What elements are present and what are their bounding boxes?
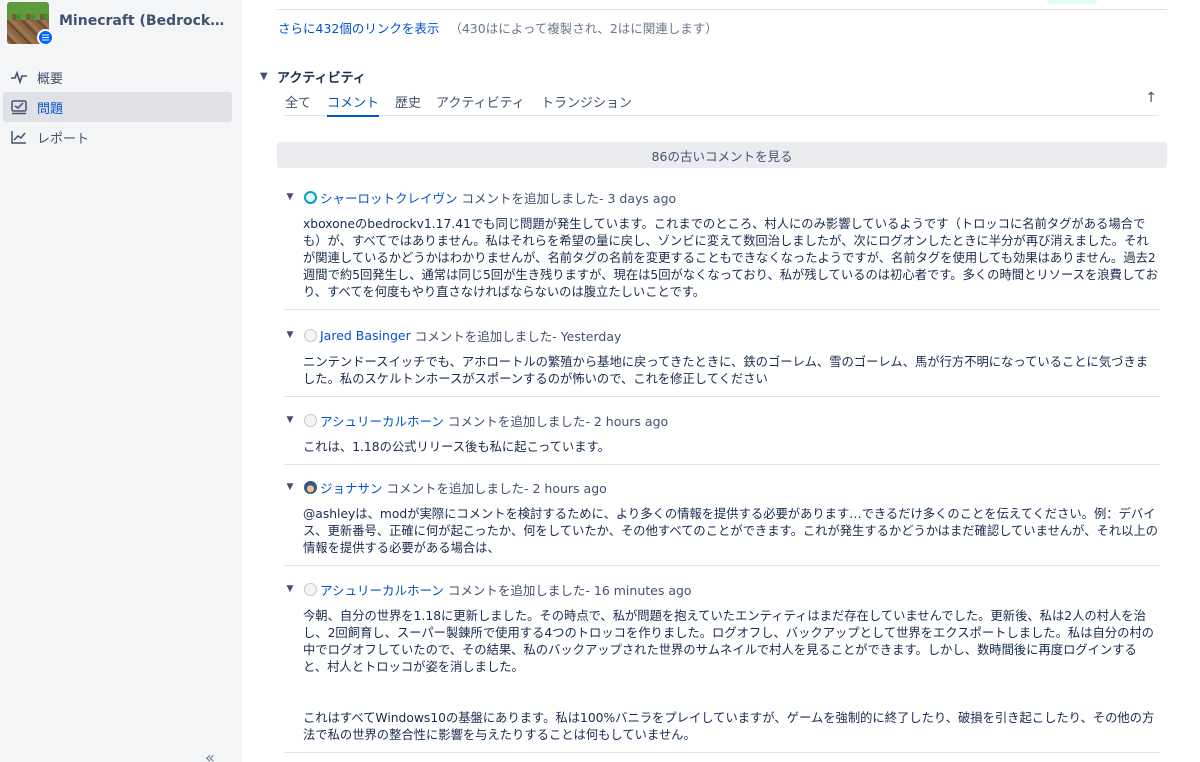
activity-tabs: 全て コメント 歴史 アクティビティ トランジション ↑ xyxy=(285,90,1159,117)
sidebar-item-issues[interactable]: 問題 xyxy=(3,92,232,122)
comment-text: これはすべてWindows10の基盤にあります。私は100%バニラをプレイしてい… xyxy=(303,711,1155,742)
main-content: さらに432個のリンクを表示 （430はによって複製され、2はに関連します） ▼ … xyxy=(260,0,1167,762)
sidebar: Minecraft (Bedrock Edition) 概要 問題 レポート « xyxy=(0,0,242,762)
comment-author-link[interactable]: アシュリーカルホーン xyxy=(320,580,444,599)
comment-header: ▼ アシュリーカルホーン コメントを追加しました- 16 minutes ago xyxy=(284,579,1160,599)
comment-header: ▼ シャーロットクレイヴン コメントを追加しました- 3 days ago xyxy=(284,187,1160,207)
project-header[interactable]: Minecraft (Bedrock Edition) xyxy=(7,2,237,46)
comment-item: ▼ アシュリーカルホーン コメントを追加しました- 2 hours ago これ… xyxy=(284,410,1160,465)
sidebar-item-label: 問題 xyxy=(37,101,64,117)
line-chart-icon xyxy=(11,131,26,144)
comment-header: ▼ ジョナサン コメントを追加しました- 2 hours ago xyxy=(284,477,1160,497)
comment-text: 今朝、自分の世界を1.18に更新しました。その時点で、私が問題を抱えていたエンテ… xyxy=(303,609,1154,674)
sidebar-item-label: レポート xyxy=(37,131,90,147)
comment-body: xboxoneのbedrockv1.17.41でも同じ問題が発生しています。これ… xyxy=(303,216,1160,309)
chevron-down-icon: ▼ xyxy=(260,71,268,82)
activity-pulse-icon xyxy=(11,70,27,85)
show-more-links-link[interactable]: さらに432個のリンクを表示 xyxy=(278,21,439,36)
view-older-comments-button[interactable]: 86の古いコメントを見る xyxy=(277,142,1167,168)
status-chip xyxy=(1047,0,1097,4)
project-type-icon xyxy=(37,29,54,46)
comment-text: @ashleyは、modが実際にコメントを検討するために、より多くの情報を提供す… xyxy=(303,507,1159,555)
comment-author-link[interactable]: シャーロットクレイヴン xyxy=(320,188,458,207)
chevron-down-icon[interactable]: ▼ xyxy=(284,329,296,341)
avatar xyxy=(304,328,317,342)
tab-transitions[interactable]: トランジション xyxy=(541,92,632,115)
comment-text: ニンテンドースイッチでも、アホロートルの繁殖から基地に戻ってきたときに、鉄のゴー… xyxy=(303,355,1149,386)
divider xyxy=(277,9,1167,10)
comment-author-link[interactable]: Jared Basinger xyxy=(320,328,411,343)
comment-body: @ashleyは、modが実際にコメントを検討するために、より多くの情報を提供す… xyxy=(303,506,1160,565)
comment-author-link[interactable]: アシュリーカルホーン xyxy=(320,411,444,430)
chevron-down-icon[interactable]: ▼ xyxy=(284,191,296,203)
chevron-down-icon[interactable]: ▼ xyxy=(284,414,296,426)
arrow-up-icon[interactable]: ↑ xyxy=(1145,90,1157,106)
chevron-down-icon[interactable]: ▼ xyxy=(284,481,296,493)
comment-item: ▼ Jared Basinger コメントを追加しました- Yesterday … xyxy=(284,325,1160,397)
comment-body: 今朝、自分の世界を1.18に更新しました。その時点で、私が問題を抱えていたエンテ… xyxy=(303,608,1160,752)
activity-section-toggle[interactable]: ▼ アクティビティ xyxy=(260,67,366,86)
avatar xyxy=(304,413,317,427)
comment-item: ▼ ジョナサン コメントを追加しました- 2 hours ago @ashley… xyxy=(284,477,1160,566)
tab-activity[interactable]: アクティビティ xyxy=(436,92,525,115)
sidebar-item-reports[interactable]: レポート xyxy=(3,122,232,152)
tab-comments[interactable]: コメント xyxy=(327,92,380,117)
comment-meta: コメントを追加しました- Yesterday xyxy=(414,328,622,344)
tab-all[interactable]: 全て xyxy=(285,92,311,115)
comment-meta: コメントを追加しました- 3 days ago xyxy=(461,190,677,206)
tab-history[interactable]: 歴史 xyxy=(395,92,421,115)
activity-title: アクティビティ xyxy=(277,71,366,86)
comment-item: ▼ シャーロットクレイヴン コメントを追加しました- 3 days ago xb… xyxy=(284,187,1160,310)
sidebar-item-summary[interactable]: 概要 xyxy=(3,62,232,92)
comment-meta: コメントを追加しました- 2 hours ago xyxy=(386,480,607,496)
avatar xyxy=(304,480,317,494)
avatar xyxy=(304,582,317,596)
sidebar-item-label: 概要 xyxy=(37,71,64,87)
sidebar-nav: 概要 問題 レポート xyxy=(3,62,232,152)
comment-meta: コメントを追加しました- 16 minutes ago xyxy=(447,582,692,598)
collapse-sidebar-icon[interactable]: « xyxy=(205,748,215,762)
issues-board-icon xyxy=(11,100,27,115)
comment-header: ▼ アシュリーカルホーン コメントを追加しました- 2 hours ago xyxy=(284,410,1160,430)
comment-text: xboxoneのbedrockv1.17.41でも同じ問題が発生しています。これ… xyxy=(303,217,1158,299)
chevron-down-icon[interactable]: ▼ xyxy=(284,583,296,595)
comment-header: ▼ Jared Basinger コメントを追加しました- Yesterday xyxy=(284,325,1160,345)
comment-meta: コメントを追加しました- 2 hours ago xyxy=(447,413,669,429)
links-note: （430はによって複製され、2はに関連します） xyxy=(449,21,718,36)
comment-author-link[interactable]: ジョナサン xyxy=(320,478,383,497)
more-links-row: さらに432個のリンクを表示 （430はによって複製され、2はに関連します） xyxy=(278,18,718,37)
avatar xyxy=(304,190,317,204)
project-name[interactable]: Minecraft (Bedrock Edition) xyxy=(59,13,229,29)
comment-text: これは、1.18の公式リリース後も私に起こっています。 xyxy=(303,440,610,454)
comment-body: これは、1.18の公式リリース後も私に起こっています。 xyxy=(303,439,1160,464)
comment-item: ▼ アシュリーカルホーン コメントを追加しました- 16 minutes ago… xyxy=(284,579,1160,753)
comment-body: ニンテンドースイッチでも、アホロートルの繁殖から基地に戻ってきたときに、鉄のゴー… xyxy=(303,354,1160,396)
